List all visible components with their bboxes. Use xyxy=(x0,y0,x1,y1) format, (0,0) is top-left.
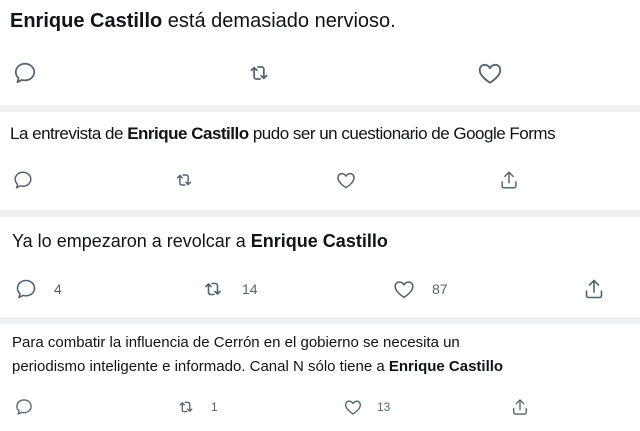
share-icon xyxy=(513,399,527,415)
retweet-icon xyxy=(179,401,193,413)
like-button[interactable] xyxy=(335,165,357,195)
retweet-button[interactable] xyxy=(172,165,196,195)
reply-button[interactable] xyxy=(12,165,34,195)
tweet-1-text: Enrique Castillo está demasiado nervioso… xyxy=(10,10,396,32)
tweet-separator xyxy=(0,317,640,324)
tweet-3: Ya lo empezaron a revolcar a Enrique Cas… xyxy=(0,217,640,317)
share-icon xyxy=(501,171,517,189)
reply-icon xyxy=(16,399,32,415)
mention-name[interactable]: Enrique Castillo xyxy=(251,231,388,251)
retweet-icon xyxy=(205,282,221,296)
mention-name[interactable]: Enrique Castillo xyxy=(10,10,162,32)
like-button[interactable]: 13 xyxy=(343,392,390,422)
reply-icon xyxy=(14,171,32,189)
share-icon xyxy=(585,279,603,299)
reply-count: 4 xyxy=(54,281,62,297)
tweet-4-text-line-1: Para combatir la influencia de Cerrón en… xyxy=(12,334,460,351)
retweet-count: 1 xyxy=(211,400,218,414)
tweet-3-text: Ya lo empezaron a revolcar a Enrique Cas… xyxy=(12,231,388,251)
reply-button[interactable] xyxy=(12,58,38,88)
reply-icon xyxy=(16,279,36,299)
tweet-2: La entrevista de Enrique Castillo pudo s… xyxy=(0,112,640,210)
like-count: 13 xyxy=(377,400,391,414)
retweet-count: 14 xyxy=(242,281,258,297)
reply-icon xyxy=(14,62,36,84)
reply-button[interactable] xyxy=(14,392,34,422)
tweet-separator xyxy=(0,210,640,217)
tweet-2-actions xyxy=(0,165,640,195)
mention-name[interactable]: Enrique Castillo xyxy=(127,124,249,143)
tweet-4: Para combatir la influencia de Cerrón en… xyxy=(0,324,640,431)
like-icon xyxy=(337,172,355,189)
share-button[interactable] xyxy=(498,165,520,195)
like-icon xyxy=(345,400,361,415)
like-icon xyxy=(478,63,502,84)
tweet-4-text-line-2: periodismo inteligente e informado. Cana… xyxy=(12,358,504,375)
retweet-icon xyxy=(250,66,268,80)
like-count: 87 xyxy=(432,281,448,297)
retweet-button[interactable]: 1 xyxy=(175,392,218,422)
share-button[interactable] xyxy=(582,274,606,304)
tweet-4-actions: 1 13 xyxy=(0,392,640,422)
reply-button[interactable]: 4 xyxy=(14,274,62,304)
share-button[interactable] xyxy=(510,392,530,422)
tweet-1-actions xyxy=(0,58,640,88)
like-button[interactable]: 87 xyxy=(392,274,448,304)
tweet-1: Enrique Castillo está demasiado nervioso… xyxy=(0,0,640,100)
retweet-button[interactable]: 14 xyxy=(200,274,258,304)
retweet-icon xyxy=(176,174,192,186)
tweet-2-text: La entrevista de Enrique Castillo pudo s… xyxy=(10,124,556,143)
mention-name[interactable]: Enrique Castillo xyxy=(389,358,503,375)
retweet-button[interactable] xyxy=(245,58,273,88)
tweet-3-actions: 4 14 87 xyxy=(0,274,640,304)
like-icon xyxy=(394,281,414,299)
tweet-separator xyxy=(0,105,640,112)
like-button[interactable] xyxy=(476,58,504,88)
